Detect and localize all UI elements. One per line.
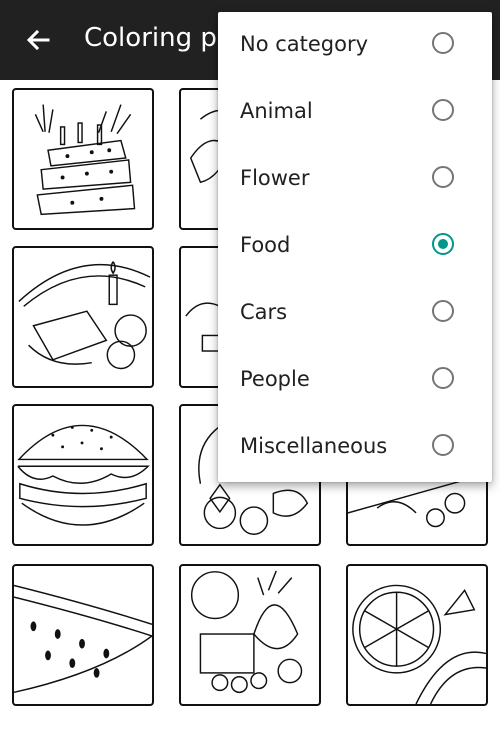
coloring-tile-watermelon[interactable] [12,564,154,706]
fruit-pile-drawing [190,570,303,694]
radio-unchecked-icon[interactable] [432,166,454,188]
birthday-cake-drawing [34,104,136,216]
radio-unchecked-icon[interactable] [432,32,454,54]
menu-item-flower[interactable]: Flower [218,146,492,213]
radio-unchecked-icon[interactable] [432,434,454,456]
cake-plate-drawing [18,261,151,370]
category-popup-menu: No category Animal Flower Food Cars Peop… [218,12,492,482]
radio-unchecked-icon[interactable] [432,99,454,121]
page-title: Coloring pa [84,23,233,53]
menu-item-label: Food [240,233,291,257]
menu-item-people[interactable]: People [218,347,492,414]
coloring-tile-orange-slices[interactable] [346,564,488,706]
menu-item-label: Miscellaneous [240,434,388,458]
coloring-tile-fruit-pile[interactable] [179,564,321,706]
menu-item-miscellaneous[interactable]: Miscellaneous [218,414,492,481]
menu-item-food[interactable]: Food [218,213,492,280]
menu-item-label: No category [240,32,369,56]
menu-item-animal[interactable]: Animal [218,79,492,146]
back-arrow-icon[interactable] [22,24,54,56]
watermelon-drawing [14,584,152,694]
coloring-tile-birthday-cake[interactable] [12,88,154,230]
radio-dot [438,239,448,249]
burger-drawing [17,424,150,526]
orange-slices-drawing [352,584,486,704]
radio-unchecked-icon[interactable] [432,300,454,322]
menu-item-label: Flower [240,166,310,190]
menu-item-cars[interactable]: Cars [218,280,492,347]
menu-item-label: Cars [240,300,288,324]
menu-item-no-category[interactable]: No category [218,12,492,79]
menu-item-label: People [240,367,310,391]
radio-checked-icon[interactable] [432,233,454,255]
coloring-tile-burger[interactable] [12,404,154,546]
radio-unchecked-icon[interactable] [432,367,454,389]
menu-item-label: Animal [240,99,313,123]
coloring-tile-cake-plate[interactable] [12,246,154,388]
